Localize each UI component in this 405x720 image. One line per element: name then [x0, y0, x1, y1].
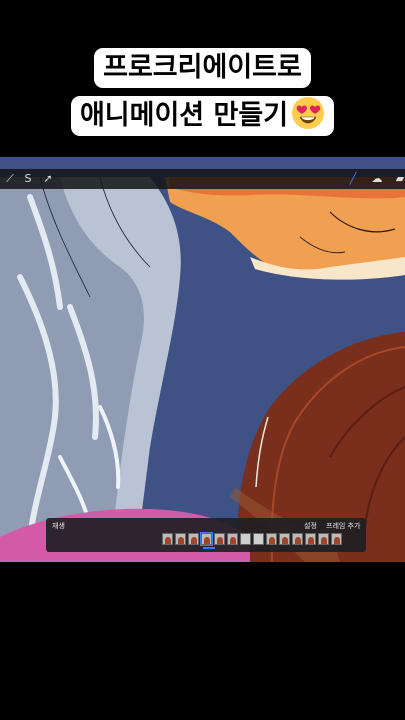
playhead-indicator	[203, 547, 215, 549]
settings-button[interactable]: 설정	[304, 521, 317, 531]
timeline-frame[interactable]	[162, 533, 173, 545]
eraser-icon[interactable]: ▰	[392, 171, 405, 187]
caption-line-1-wrap: 프로크리에이트로	[0, 48, 405, 88]
transform-arrow-icon[interactable]: ➚	[40, 171, 56, 187]
timeline-frame[interactable]	[253, 533, 264, 545]
procreate-canvas-video: ⟋ S ➚ ╱ ☁ ▰ 재생 설정 프레임 추가	[0, 157, 405, 562]
frame-strip	[162, 532, 342, 547]
timeline-frame[interactable]	[227, 533, 238, 545]
actions-wand-icon[interactable]: ⟋	[2, 171, 18, 187]
timeline-frame[interactable]	[305, 533, 316, 545]
timeline-frame[interactable]	[292, 533, 303, 545]
animation-timeline: 재생 설정 프레임 추가	[46, 518, 366, 552]
timeline-frame[interactable]	[279, 533, 290, 545]
add-frame-button[interactable]: 프레임 추가	[326, 521, 360, 531]
selection-s-icon[interactable]: S	[20, 171, 36, 187]
play-button[interactable]: 재생	[52, 521, 65, 531]
procreate-toolbar: ⟋ S ➚ ╱ ☁ ▰	[0, 169, 405, 189]
smudge-icon[interactable]: ☁	[369, 171, 385, 187]
timeline-frame[interactable]	[200, 532, 213, 546]
anime-illustration	[0, 157, 405, 562]
caption-line-1: 프로크리에이트로	[94, 48, 311, 88]
timeline-frame[interactable]	[318, 533, 329, 545]
timeline-frame[interactable]	[240, 533, 251, 545]
timeline-frame[interactable]	[214, 533, 225, 545]
brush-icon[interactable]: ╱	[345, 171, 361, 187]
caption-line-2-wrap: 애니메이션 만들기	[0, 96, 405, 136]
timeline-frame[interactable]	[331, 533, 342, 545]
caption-line-2: 애니메이션 만들기	[79, 100, 289, 131]
timeline-frame[interactable]	[175, 533, 186, 545]
timeline-frame[interactable]	[266, 533, 277, 545]
caption-line-2-box: 애니메이션 만들기	[70, 96, 335, 136]
heart-eyes-emoji-icon	[292, 96, 325, 130]
timeline-frame[interactable]	[188, 533, 199, 545]
